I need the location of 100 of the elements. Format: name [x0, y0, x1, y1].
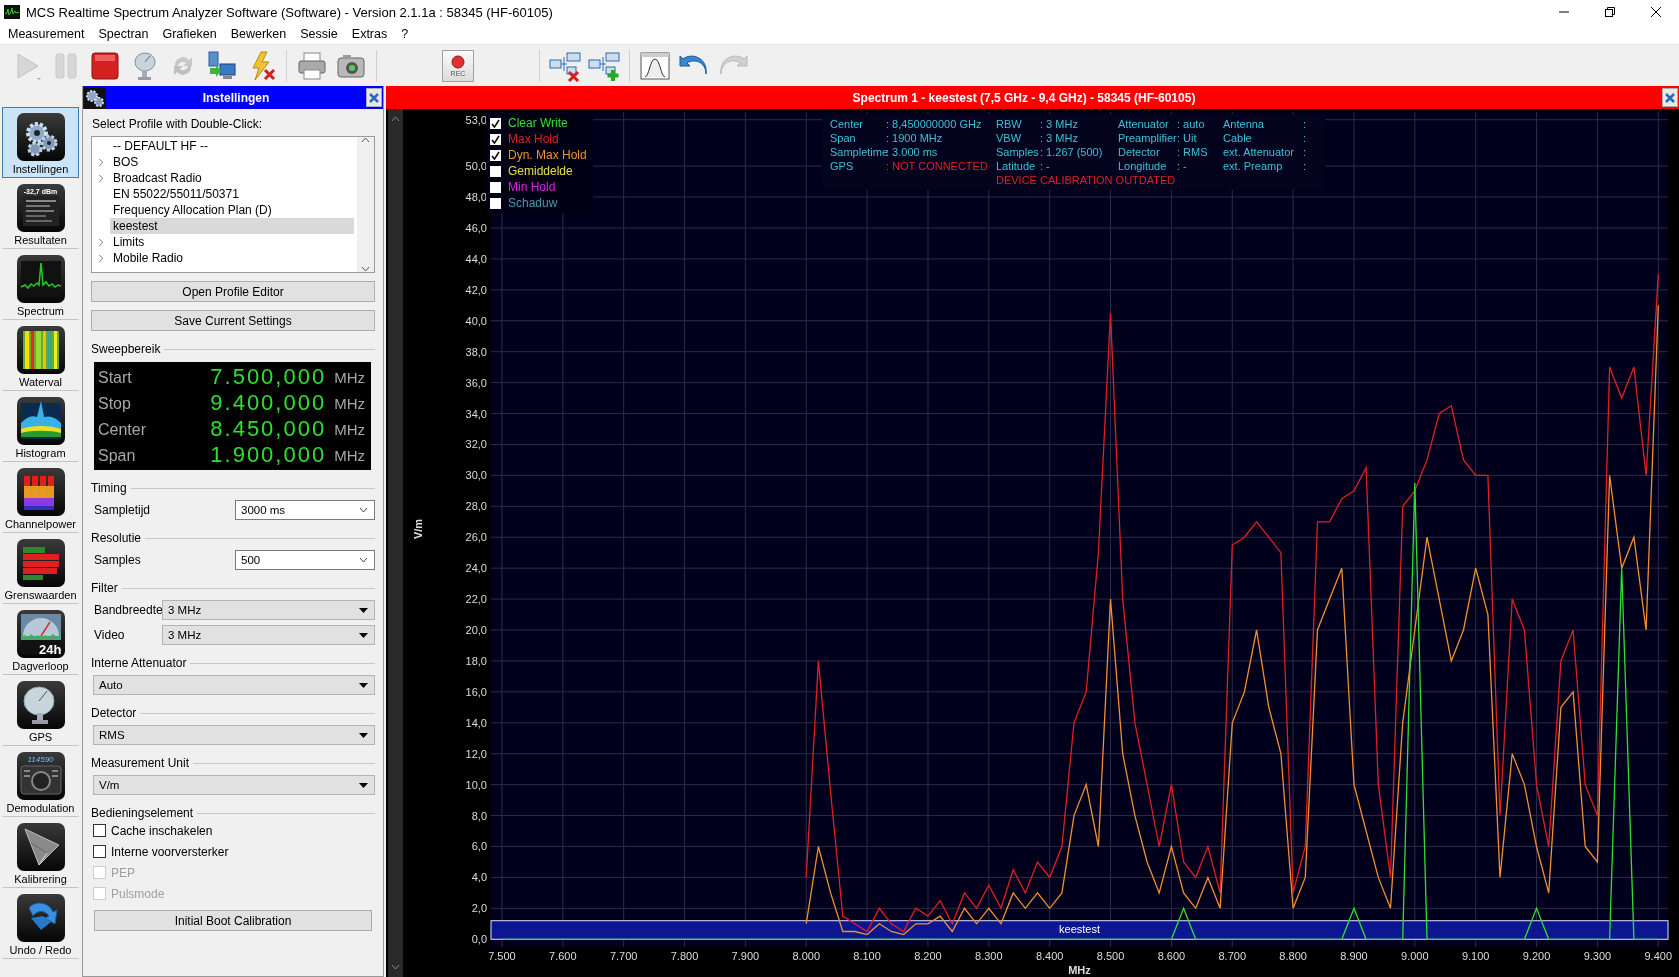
profile-item[interactable]: Frequency Allocation Plan (D) — [110, 202, 354, 218]
axis-tick-label: 38,0 — [465, 345, 487, 358]
dropdown-field[interactable]: 500 — [235, 550, 375, 570]
section-title: Sweepbereik — [91, 342, 161, 356]
trace-label: Max Hold — [508, 132, 559, 146]
app-icon — [4, 4, 20, 20]
axis-tick-label: 9.100 — [1461, 950, 1490, 962]
readout-label: Stop — [98, 393, 132, 414]
axis-tick-label: 28,0 — [465, 500, 487, 513]
menu-item[interactable]: Grafieken — [156, 27, 225, 41]
section-title: Measurement Unit — [91, 756, 190, 770]
checkbox[interactable] — [93, 845, 106, 858]
windows-remove-icon[interactable] — [549, 49, 581, 82]
dropdown-field[interactable]: Auto — [93, 675, 375, 695]
field-label: Samples — [93, 553, 142, 567]
profile-item[interactable]: -- DEFAULT HF -- — [110, 138, 354, 154]
button[interactable]: Open Profile Editor — [91, 281, 375, 302]
info-label: Latitude — [996, 159, 1037, 173]
axis-tick-label: 8.800 — [1279, 950, 1307, 962]
chevron-down-icon — [359, 557, 368, 563]
info-value: : — [1303, 145, 1308, 159]
curve-window-icon[interactable] — [639, 49, 671, 82]
menu-item[interactable]: Measurement — [2, 27, 93, 41]
section-title: Filter — [91, 581, 118, 595]
info-value: : 1.267 (500) — [1040, 145, 1104, 159]
satellite-dish-icon — [16, 681, 65, 729]
readout-unit: MHz — [334, 446, 365, 464]
button[interactable]: Initial Boot Calibration — [94, 910, 372, 931]
gears-icon — [16, 113, 65, 161]
axis-tick-label: 8.000 — [792, 950, 820, 962]
windows-add-icon[interactable] — [588, 49, 620, 82]
dropdown-field[interactable]: 3 MHz — [162, 625, 375, 645]
axis-tick-label: 26,0 — [465, 531, 487, 544]
info-label: GPS — [830, 159, 855, 173]
checkbox[interactable] — [490, 165, 501, 177]
checkbox[interactable] — [93, 824, 106, 837]
axis-tick-label: 53,0 — [465, 113, 487, 126]
nav-item[interactable]: Instellingen — [2, 107, 79, 178]
profile-item[interactable]: BOS — [110, 154, 354, 170]
dropdown-field[interactable]: 3 MHz — [162, 600, 375, 620]
dropdown-field[interactable]: V/m — [93, 775, 375, 795]
info-value: : NOT CONNECTED — [886, 159, 989, 173]
readout-label: Span — [98, 445, 137, 466]
scrollbar[interactable] — [357, 137, 374, 272]
section-title: Interne Attenuator — [91, 656, 187, 670]
close-icon[interactable] — [1651, 7, 1661, 17]
triangle-down-icon — [359, 682, 368, 688]
profile-item[interactable]: Broadcast Radio — [110, 170, 354, 186]
info-label: Detector — [1118, 145, 1161, 159]
axis-tick-label: 6,0 — [471, 840, 487, 853]
close-icon — [1665, 92, 1675, 103]
profile-item[interactable]: Limits — [110, 234, 354, 250]
info-label: ext. Attenuator — [1223, 145, 1295, 159]
checkbox[interactable] — [490, 149, 501, 161]
axis-tick-label: 30,0 — [465, 469, 487, 482]
info-label: Attenuator — [1118, 117, 1170, 131]
limit-bars-icon — [16, 539, 65, 587]
readout-value: 7.500,000 — [210, 364, 327, 390]
axis-tick-label: 12,0 — [465, 747, 487, 760]
close-icon — [369, 92, 379, 103]
limit-label: keestest — [1059, 922, 1100, 935]
computer-arrow-icon[interactable] — [206, 49, 238, 82]
button[interactable]: Save Current Settings — [91, 310, 375, 331]
axis-tick-label: 7.900 — [731, 950, 760, 962]
profile-item[interactable]: keestest — [110, 218, 354, 234]
profile-item[interactable]: Mobile Radio — [110, 250, 354, 266]
info-label: Sampletime — [830, 145, 886, 159]
restore-icon[interactable] — [1605, 7, 1615, 17]
readout-unit: MHz — [334, 420, 365, 438]
info-label: RBW — [996, 117, 1023, 131]
histogram-bands-icon — [16, 397, 65, 445]
menu-item[interactable]: Spectran — [92, 27, 157, 41]
profile-item[interactable]: EN 55022/55011/50371 — [110, 186, 354, 202]
readout-unit: MHz — [334, 368, 365, 386]
stop-icon[interactable] — [89, 49, 121, 82]
close-button[interactable] — [1662, 88, 1678, 107]
dropdown-field[interactable]: RMS — [93, 725, 375, 745]
trace-label: Gemiddelde — [508, 164, 573, 178]
triangle-down-icon — [359, 607, 368, 613]
checkbox[interactable] — [490, 117, 501, 129]
menu-item[interactable]: Bewerken — [224, 27, 295, 41]
axis-tick-label: 16,0 — [465, 685, 487, 698]
checkbox[interactable] — [490, 133, 501, 145]
axis-tick-label: 20,0 — [465, 624, 487, 636]
info-label: Preamplifier — [1118, 131, 1177, 145]
section-title: Timing — [91, 481, 127, 495]
checkbox[interactable] — [490, 197, 501, 209]
info-label: Longitude — [1118, 159, 1168, 173]
checkbox[interactable] — [490, 181, 501, 193]
dropdown-field[interactable]: 3000 ms — [235, 500, 375, 520]
menu-item[interactable]: ? — [395, 27, 417, 41]
menu-item[interactable]: Sessie — [294, 27, 346, 41]
printer-icon[interactable] — [296, 49, 328, 82]
menu-item[interactable]: Extras — [345, 27, 396, 41]
close-button[interactable] — [366, 88, 382, 107]
trace-label: Schaduw — [508, 196, 558, 210]
section-title: Bedieningselement — [91, 806, 194, 820]
axis-tick-label: 10,0 — [465, 778, 487, 791]
axis-tick-label: 8.500 — [1096, 950, 1125, 962]
scrollbar[interactable] — [388, 109, 403, 977]
